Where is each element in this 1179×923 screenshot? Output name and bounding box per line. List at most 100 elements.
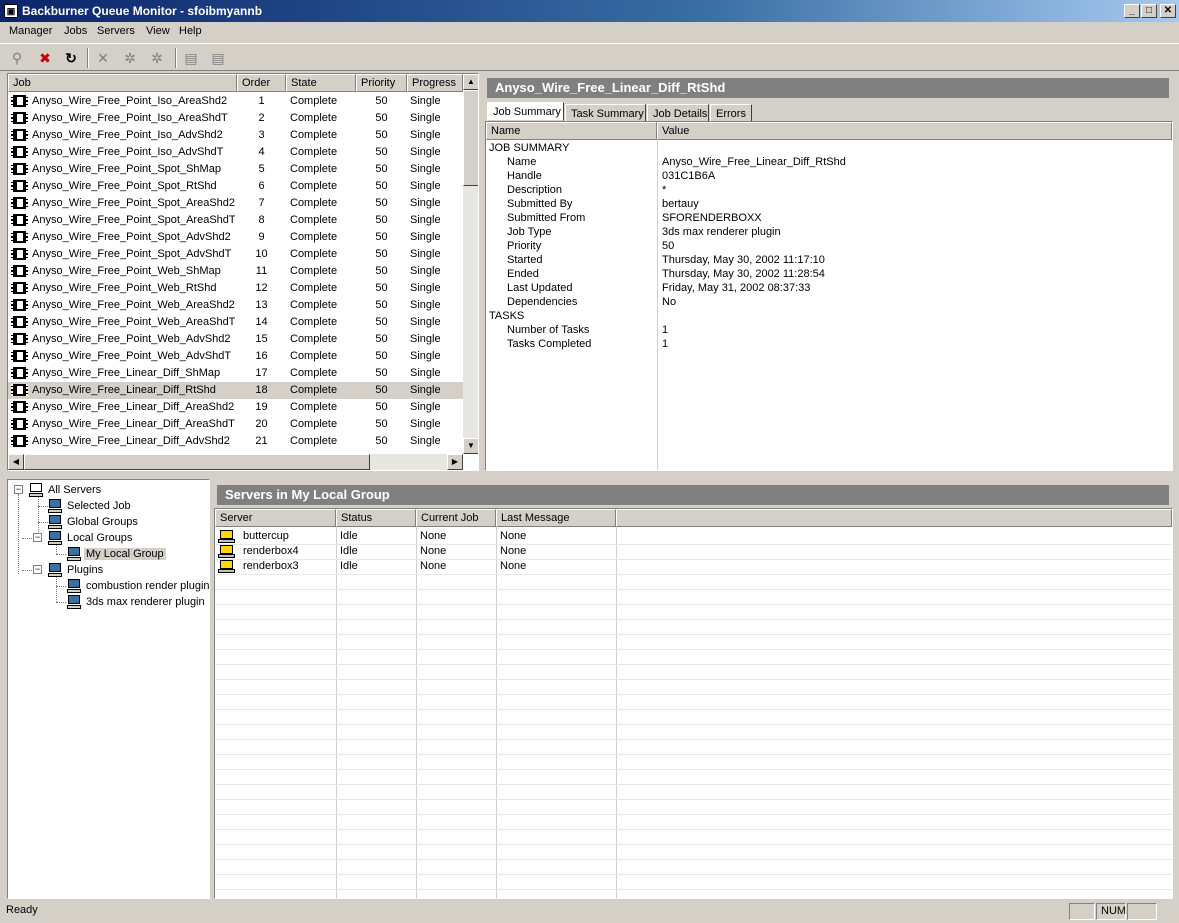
job-row[interactable]: Anyso_Wire_Free_Point_Spot_RtShd 6 Complet…	[8, 178, 463, 195]
minimize-button[interactable]: _	[1124, 4, 1140, 18]
tree-local-groups[interactable]: Local Groups	[47, 530, 207, 546]
job-row[interactable]: Anyso_Wire_Free_Point_Web_ShMap 11 Complet…	[8, 263, 463, 280]
col-job[interactable]: Job	[8, 74, 237, 92]
menu-jobs[interactable]: Jobs	[64, 25, 87, 37]
servers-root-icon	[28, 482, 44, 498]
job-row[interactable]: Anyso_Wire_Free_Point_Iso_AreaShd2 1 Compl…	[8, 93, 463, 110]
server-current-job: None	[420, 545, 447, 557]
col-priority[interactable]: Priority	[356, 74, 407, 92]
job-progress: Single	[410, 384, 441, 396]
refresh-icon[interactable]: ↻	[60, 47, 82, 69]
job-list-vscroll[interactable]: ▲ ▼	[463, 74, 478, 454]
menu-view[interactable]: View	[146, 25, 170, 37]
connect-icon[interactable]: ⚲	[6, 47, 28, 69]
collapse-plugins[interactable]: −	[33, 565, 42, 574]
col-progress[interactable]: Progress	[407, 74, 463, 92]
job-name: Anyso_Wire_Free_Point_Spot_RtShd	[32, 180, 217, 192]
server-row[interactable]: renderbox4 Idle None None	[215, 544, 1172, 559]
job-row[interactable]: Anyso_Wire_Free_Point_Web_AreaShd2 13 Comp…	[8, 297, 463, 314]
server-row[interactable]: buttercup Idle None None	[215, 529, 1172, 544]
job-order: 10	[255, 248, 268, 260]
scroll-down-button[interactable]: ▼	[463, 438, 478, 454]
job-row[interactable]: Anyso_Wire_Free_Point_Iso_AdvShdT 4 Comple…	[8, 144, 463, 161]
close-button[interactable]: ✕	[1160, 4, 1176, 18]
job-row[interactable]: Anyso_Wire_Free_Point_Web_AdvShd2 15 Compl…	[8, 331, 463, 348]
server-row[interactable]: renderbox3 Idle None None	[215, 559, 1172, 574]
job-row[interactable]: Anyso_Wire_Free_Point_Iso_AdvShd2 3 Comple…	[8, 127, 463, 144]
tree-all-servers[interactable]: All Servers	[28, 482, 208, 498]
tree-combustion-plugin[interactable]: combustion render plugin	[66, 578, 209, 594]
activate-icon[interactable]: ✲	[119, 47, 141, 69]
menu-servers[interactable]: Servers	[97, 25, 135, 37]
server-group-icon[interactable]: ▤	[207, 47, 229, 69]
job-priority: 50	[375, 401, 388, 413]
job-row[interactable]: Anyso_Wire_Free_Point_Web_RtShd 12 Complet…	[8, 280, 463, 297]
menu-bar: Manager Jobs Servers View Help	[0, 22, 1179, 42]
job-state: Complete	[290, 95, 338, 107]
server-icon[interactable]: ▤	[180, 47, 202, 69]
server-status: Idle	[340, 545, 358, 557]
job-order: 9	[258, 231, 265, 243]
status-num: NUM	[1096, 903, 1126, 920]
job-state: Complete	[290, 401, 338, 413]
maximize-button[interactable]: □	[1141, 4, 1157, 18]
job-row[interactable]: Anyso_Wire_Free_Point_Spot_ShMap 5 Complet…	[8, 161, 463, 178]
disconnect-icon[interactable]: ✖	[34, 47, 56, 69]
tree-3dsmax-plugin[interactable]: 3ds max renderer plugin	[66, 594, 209, 610]
col-server[interactable]: Server	[215, 509, 336, 527]
field-name: Ended	[507, 268, 539, 280]
job-row[interactable]: Anyso_Wire_Free_Linear_Diff_ShMap 17 Compl…	[8, 365, 463, 382]
scroll-thumb[interactable]	[463, 90, 478, 186]
job-row[interactable]: Anyso_Wire_Free_Point_Spot_AreaShd2 7 Comp…	[8, 195, 463, 212]
tree-my-local-group[interactable]: My Local Group	[66, 546, 206, 562]
job-row[interactable]: Anyso_Wire_Free_Point_Web_AreaShdT 14 Comp…	[8, 314, 463, 331]
collapse-all-servers[interactable]: −	[14, 485, 23, 494]
col-last-message[interactable]: Last Message	[496, 509, 616, 527]
job-list-hscroll[interactable]: ◀ ▶	[8, 454, 463, 470]
tree-global-groups[interactable]: Global Groups	[47, 514, 207, 530]
job-priority: 50	[375, 95, 388, 107]
tab-job-summary[interactable]: Job Summary	[487, 102, 564, 121]
job-priority: 50	[375, 214, 388, 226]
field-name: Submitted From	[507, 212, 586, 224]
job-row[interactable]: Anyso_Wire_Free_Point_Web_AdvShdT 16 Compl…	[8, 348, 463, 365]
col-state[interactable]: State	[286, 74, 356, 92]
tree-selected-job[interactable]: Selected Job	[47, 498, 207, 514]
job-priority: 50	[375, 316, 388, 328]
col-current-job[interactable]: Current Job	[416, 509, 496, 527]
job-row[interactable]: Anyso_Wire_Free_Linear_Diff_RtShd 18 Compl…	[8, 382, 463, 399]
server-icon	[218, 560, 236, 574]
tree-plugins[interactable]: Plugins	[47, 562, 207, 578]
scroll-up-button[interactable]: ▲	[463, 74, 478, 90]
job-row[interactable]: Anyso_Wire_Free_Linear_Diff_AdvShd2 21 Com…	[8, 433, 463, 450]
hscroll-thumb[interactable]	[24, 454, 370, 470]
server-last-message: None	[500, 560, 527, 572]
collapse-local-groups[interactable]: −	[33, 533, 42, 542]
job-row[interactable]: Anyso_Wire_Free_Point_Spot_AdvShd2 9 Compl…	[8, 229, 463, 246]
job-row[interactable]: Anyso_Wire_Free_Linear_Diff_AreaShd2 19 Co…	[8, 399, 463, 416]
col-status[interactable]: Status	[336, 509, 416, 527]
job-row[interactable]: Anyso_Wire_Free_Linear_Diff_AreaShdT 20 Co…	[8, 416, 463, 433]
job-priority: 50	[375, 146, 388, 158]
server-status: Idle	[340, 560, 358, 572]
col-value[interactable]: Value	[657, 122, 1172, 140]
job-state: Complete	[290, 299, 338, 311]
job-row[interactable]: Anyso_Wire_Free_Point_Spot_AdvShdT 10 Comp…	[8, 246, 463, 263]
scroll-left-button[interactable]: ◀	[8, 454, 24, 470]
job-row[interactable]: Anyso_Wire_Free_Point_Spot_AreaShdT 8 Comp…	[8, 212, 463, 229]
job-priority: 50	[375, 333, 388, 345]
deactivate-icon[interactable]: ✲	[146, 47, 168, 69]
menu-manager[interactable]: Manager	[9, 25, 52, 37]
job-progress: Single	[410, 197, 441, 209]
film-icon	[11, 129, 28, 141]
job-row[interactable]: Anyso_Wire_Free_Point_Iso_AreaShdT 2 Compl…	[8, 110, 463, 127]
field-name: Job Type	[507, 226, 552, 238]
menu-help[interactable]: Help	[179, 25, 202, 37]
scroll-right-button[interactable]: ▶	[447, 454, 463, 470]
delete-icon[interactable]: ✕	[92, 47, 114, 69]
col-order[interactable]: Order	[237, 74, 286, 92]
server-name: renderbox3	[243, 560, 299, 572]
job-name: Anyso_Wire_Free_Point_Spot_AreaShdT	[32, 214, 235, 226]
col-name[interactable]: Name	[486, 122, 657, 140]
film-icon	[11, 350, 28, 362]
